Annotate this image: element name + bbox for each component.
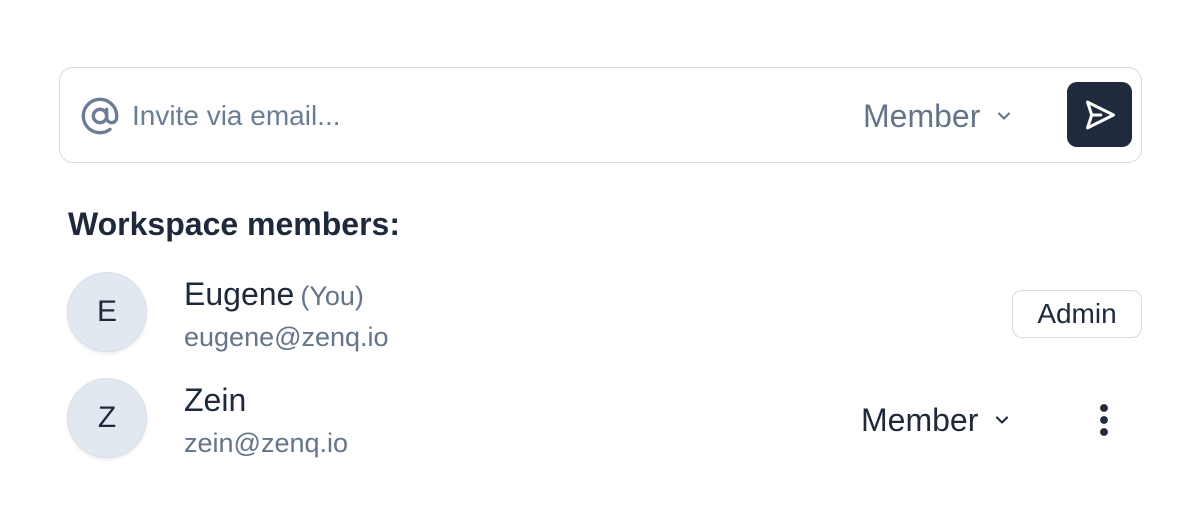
- avatar: E: [67, 272, 147, 352]
- invite-bar: Member: [59, 67, 1142, 163]
- invite-email-input[interactable]: [132, 94, 732, 138]
- workspace-members-heading: Workspace members:: [68, 206, 400, 242]
- at-sign-icon: [81, 97, 119, 135]
- member-name: Eugene (You): [184, 276, 364, 313]
- avatar-initial: Z: [97, 401, 117, 434]
- member-name-text: Zein: [184, 382, 247, 418]
- member-email: zein@zenq.io: [184, 428, 349, 458]
- member-role-label: Member: [861, 401, 979, 438]
- member-row: Z Zein zein@zenq.io Member: [0, 372, 1200, 468]
- more-options-button[interactable]: [1088, 398, 1120, 442]
- more-vertical-icon: [1100, 404, 1108, 436]
- member-row: E Eugene (You) eugene@zenq.io Admin: [0, 266, 1200, 362]
- send-icon: [1085, 100, 1115, 129]
- you-tag: (You): [300, 281, 364, 311]
- avatar: Z: [67, 378, 147, 458]
- member-name: Zein: [184, 382, 246, 419]
- member-email: eugene@zenq.io: [184, 322, 389, 352]
- chevron-down-icon: [996, 416, 1009, 424]
- avatar-initial: E: [96, 295, 117, 328]
- member-name-text: Eugene: [184, 276, 295, 312]
- member-role-select[interactable]: Member: [861, 398, 1012, 442]
- invite-role-select[interactable]: Member: [863, 94, 1014, 138]
- chevron-down-icon: [998, 112, 1011, 120]
- invite-role-label: Member: [863, 97, 981, 134]
- send-invite-button[interactable]: [1067, 82, 1132, 147]
- role-badge-admin: Admin: [1012, 290, 1142, 338]
